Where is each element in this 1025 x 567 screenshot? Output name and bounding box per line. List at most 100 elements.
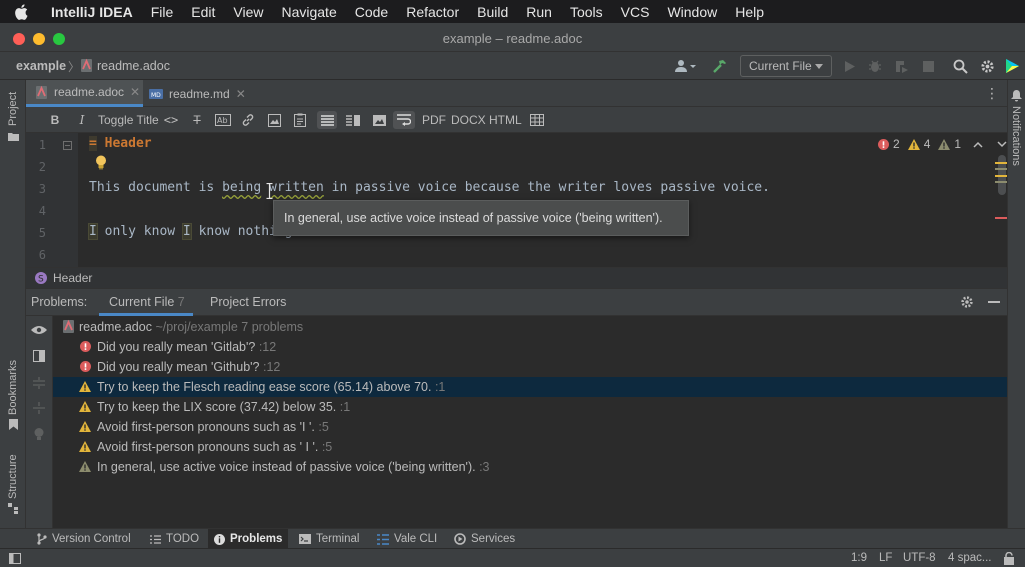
run-configuration-dropdown[interactable]: Current File <box>740 55 832 77</box>
menu-run[interactable]: Run <box>517 4 561 20</box>
expand-all-icon[interactable] <box>33 377 45 392</box>
settings-gear-icon[interactable] <box>960 295 974 312</box>
error-icon <box>80 361 91 375</box>
clipboard-icon[interactable] <box>292 111 308 129</box>
menu-file[interactable]: File <box>142 4 183 20</box>
problems-tool-button[interactable]: Problems <box>208 529 289 549</box>
strikethrough-icon[interactable]: T <box>189 111 205 129</box>
toggle-tool-windows-icon[interactable] <box>9 553 21 567</box>
menu-window[interactable]: Window <box>658 4 726 20</box>
caret-position[interactable]: 1:9 <box>851 552 867 564</box>
bold-icon[interactable]: B <box>48 111 62 129</box>
menu-refactor[interactable]: Refactor <box>397 4 468 20</box>
debug-icon[interactable] <box>866 57 884 75</box>
editor-only-layout-icon[interactable] <box>317 111 337 129</box>
stop-icon[interactable] <box>919 57 937 75</box>
code-icon[interactable]: <> <box>163 111 179 129</box>
tool-button-label: Terminal <box>316 533 360 545</box>
problem-row[interactable]: Did you really mean 'Gitlab'? :12 <box>53 337 1007 357</box>
italic-icon[interactable]: I <box>75 111 89 129</box>
menu-tools[interactable]: Tools <box>561 4 612 20</box>
link-icon[interactable] <box>240 111 256 129</box>
search-icon[interactable] <box>951 57 969 75</box>
terminal-tool-button[interactable]: Terminal <box>293 529 365 549</box>
build-hammer-icon[interactable] <box>711 57 729 75</box>
menu-app-name[interactable]: IntelliJ IDEA <box>41 4 142 20</box>
tab-project-errors[interactable]: Project Errors <box>210 289 286 316</box>
breadcrumb-project[interactable]: example <box>16 59 66 73</box>
run-with-coverage-icon[interactable] <box>892 57 910 75</box>
inspection-widget[interactable]: 2 4 1 <box>878 137 1007 151</box>
asciidoc-file-icon <box>35 85 48 100</box>
run-icon[interactable] <box>841 57 859 75</box>
tab-current-file[interactable]: Current File 7 <box>99 289 193 316</box>
structure-tool-button[interactable]: Structure <box>7 454 19 499</box>
eye-icon[interactable] <box>31 324 47 338</box>
passive-voice-highlight: written <box>269 180 324 195</box>
project-tool-button[interactable]: Project <box>7 92 19 126</box>
collapse-all-icon[interactable] <box>33 402 45 417</box>
toggle-title-button[interactable]: Toggle Title <box>98 111 159 129</box>
menu-vcs[interactable]: VCS <box>612 4 659 20</box>
problem-row[interactable]: Did you really mean 'Github'? :12 <box>53 357 1007 377</box>
menu-build[interactable]: Build <box>468 4 517 20</box>
todo-tool-button[interactable]: TODO <box>144 529 205 549</box>
soft-wrap-icon[interactable] <box>393 111 415 129</box>
close-tab-icon[interactable]: ✕ <box>236 87 246 101</box>
problems-file-node[interactable]: readme.adoc ~/proj/example 7 problems <box>53 317 1007 337</box>
breadcrumb-section[interactable]: Header <box>53 271 92 285</box>
intention-lightbulb-icon[interactable] <box>95 155 107 173</box>
quick-fix-bulb-icon[interactable] <box>34 428 44 444</box>
export-html-button[interactable]: HTML <box>489 111 522 129</box>
menu-view[interactable]: View <box>224 4 272 20</box>
notification-bell-icon <box>1011 90 1022 105</box>
split-layout-icon[interactable] <box>344 111 362 129</box>
insert-table-icon[interactable] <box>529 111 545 129</box>
tab-readme-adoc[interactable]: readme.adoc ✕ <box>26 80 143 107</box>
preview-pane-icon[interactable] <box>33 350 45 365</box>
read-only-lock-icon[interactable] <box>1003 551 1015 567</box>
fold-icon[interactable] <box>63 139 72 153</box>
more-tabs-menu-icon[interactable]: ⋮ <box>985 86 999 100</box>
close-tab-icon[interactable]: ✕ <box>130 85 140 99</box>
editor-scrollbar[interactable] <box>995 155 1007 267</box>
vale-cli-tool-button[interactable]: Vale CLI <box>371 529 443 549</box>
line-separator[interactable]: LF <box>879 552 892 564</box>
highlight-icon[interactable]: Ab <box>214 111 232 129</box>
problem-text: Avoid first-person pronouns such as ' I … <box>97 440 319 454</box>
problem-row[interactable]: Avoid first-person pronouns such as ' I … <box>53 437 1007 457</box>
menu-edit[interactable]: Edit <box>182 4 224 20</box>
tab-readme-md[interactable]: MD readme.md ✕ <box>146 80 246 107</box>
menu-navigate[interactable]: Navigate <box>272 4 345 20</box>
hide-panel-icon[interactable] <box>988 301 1000 303</box>
problem-row[interactable]: Try to keep the LIX score (37.42) below … <box>53 397 1007 417</box>
bookmarks-tool-button[interactable]: Bookmarks <box>7 360 19 415</box>
notifications-tool-button[interactable]: Notifications <box>1010 106 1022 166</box>
error-count: 2 <box>893 137 900 151</box>
problem-text: Try to keep the Flesch reading ease scor… <box>97 380 432 394</box>
image-icon[interactable] <box>266 111 282 129</box>
services-tool-button[interactable]: Services <box>448 529 521 549</box>
indent-setting[interactable]: 4 spac... <box>948 552 991 564</box>
problem-row[interactable]: Avoid first-person pronouns such as 'I '… <box>53 417 1007 437</box>
error-icon <box>878 138 889 150</box>
export-docx-button[interactable]: DOCX <box>451 111 486 129</box>
next-highlight-icon[interactable] <box>997 140 1007 148</box>
problem-row[interactable]: In general, use active voice instead of … <box>53 457 1007 477</box>
previous-highlight-icon[interactable] <box>973 141 983 148</box>
menu-code[interactable]: Code <box>346 4 397 20</box>
settings-gear-icon[interactable] <box>978 57 996 75</box>
export-pdf-button[interactable]: PDF <box>422 111 446 129</box>
apple-logo-icon[interactable] <box>14 3 30 20</box>
user-account-icon[interactable] <box>672 57 698 75</box>
services-icon <box>454 533 466 545</box>
menu-help[interactable]: Help <box>726 4 773 20</box>
problem-line: :1 <box>434 380 446 394</box>
breadcrumb-file[interactable]: readme.adoc <box>97 59 170 73</box>
editor-gutter: 1 2 3 4 5 6 <box>26 133 78 267</box>
version-control-tool-button[interactable]: Version Control <box>31 529 137 549</box>
problem-row-selected[interactable]: Try to keep the Flesch reading ease scor… <box>53 377 1007 397</box>
file-encoding[interactable]: UTF-8 <box>903 552 936 564</box>
preview-only-layout-icon[interactable] <box>370 111 388 129</box>
jetbrains-toolbox-icon[interactable] <box>1003 57 1021 75</box>
